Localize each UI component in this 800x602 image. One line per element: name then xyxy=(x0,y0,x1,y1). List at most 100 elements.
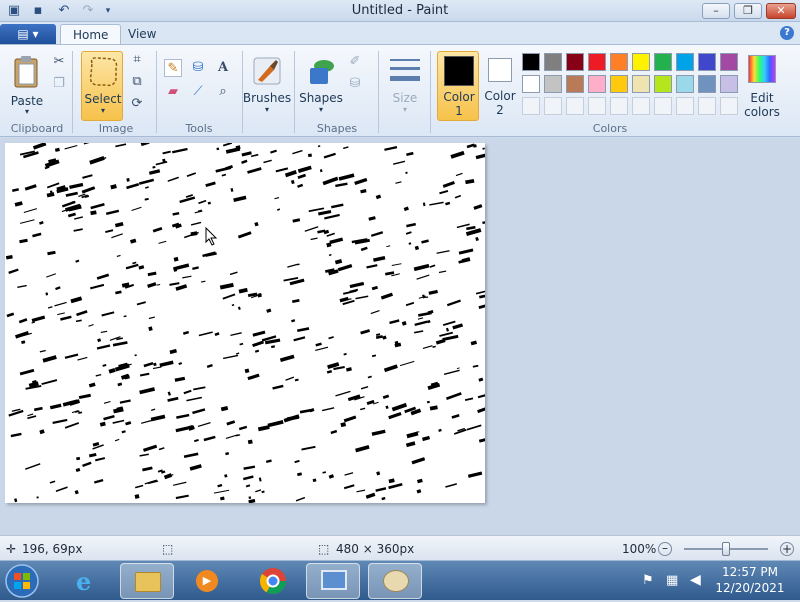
palette-swatch[interactable] xyxy=(522,53,540,71)
palette-custom-slot[interactable] xyxy=(522,97,540,115)
palette-swatch[interactable] xyxy=(610,53,628,71)
color1-button[interactable]: Color 1 xyxy=(437,51,479,121)
rotate-icon[interactable]: ⟳ xyxy=(128,95,146,113)
color-picker-icon[interactable]: ⟋ xyxy=(189,83,207,101)
fill-shape-icon[interactable]: ⛁ xyxy=(346,75,364,93)
palette-swatch[interactable] xyxy=(544,75,562,93)
palette-custom-slot[interactable] xyxy=(610,97,628,115)
ink-stroke xyxy=(200,280,206,283)
drawing-canvas[interactable] xyxy=(5,143,485,503)
volume-icon[interactable]: ◀ xyxy=(690,572,701,588)
ink-stroke xyxy=(343,289,357,295)
ink-stroke xyxy=(473,204,483,210)
ink-stroke xyxy=(64,422,80,429)
close-button[interactable]: ✕ xyxy=(766,3,796,19)
palette-swatch[interactable] xyxy=(632,53,650,71)
color2-button[interactable]: Color 2 xyxy=(481,51,519,121)
ink-stroke xyxy=(75,259,80,263)
zoom-slider[interactable] xyxy=(684,542,768,556)
palette-swatch[interactable] xyxy=(610,75,628,93)
paste-button[interactable]: Paste ▾ xyxy=(8,51,46,121)
start-button[interactable] xyxy=(4,563,44,599)
brushes-button[interactable]: Brushes ▾ xyxy=(243,51,291,121)
text-icon[interactable]: A xyxy=(214,59,232,77)
palette-custom-slot[interactable] xyxy=(720,97,738,115)
taskbar-internet-explorer[interactable]: e xyxy=(62,563,116,599)
ink-stroke xyxy=(337,264,353,272)
palette-swatch[interactable] xyxy=(522,75,540,93)
palette-swatch[interactable] xyxy=(544,53,562,71)
cut-icon[interactable]: ✂ xyxy=(50,53,68,71)
ink-stroke xyxy=(155,161,168,166)
ink-stroke xyxy=(237,231,252,239)
maximize-button[interactable]: ❐ xyxy=(734,3,762,19)
mouse-cursor-icon xyxy=(205,227,218,246)
select-button[interactable]: Select ▾ xyxy=(81,51,123,121)
ink-stroke xyxy=(368,216,376,221)
eraser-icon[interactable]: ▰ xyxy=(164,83,182,101)
palette-swatch[interactable] xyxy=(654,53,672,71)
palette-swatch[interactable] xyxy=(676,75,694,93)
ink-stroke xyxy=(197,422,211,428)
palette-swatch[interactable] xyxy=(588,75,606,93)
resize-icon[interactable]: ⧉ xyxy=(128,73,146,91)
ink-stroke xyxy=(429,405,438,411)
zoom-in-button[interactable]: + xyxy=(780,542,794,556)
system-clock[interactable]: 12:57 PM 12/20/2021 xyxy=(712,564,788,596)
palette-custom-slot[interactable] xyxy=(544,97,562,115)
copy-icon[interactable]: ❐ xyxy=(50,75,68,93)
palette-custom-slot[interactable] xyxy=(698,97,716,115)
taskbar-remote-app[interactable] xyxy=(306,563,360,599)
shapes-button[interactable]: Shapes ▾ xyxy=(299,51,343,121)
edit-colors-button[interactable]: Edit colors xyxy=(742,51,782,121)
ink-stroke xyxy=(112,419,125,424)
ink-stroke xyxy=(324,213,340,220)
fill-icon[interactable]: ⛁ xyxy=(189,59,207,77)
network-icon[interactable]: ▦ xyxy=(666,573,678,588)
taskbar-media-player[interactable]: ▶ xyxy=(180,563,234,599)
outline-icon[interactable]: ✐ xyxy=(346,53,364,71)
palette-custom-slot[interactable] xyxy=(654,97,672,115)
palette-swatch[interactable] xyxy=(698,75,716,93)
crop-icon[interactable]: ⌗ xyxy=(128,51,146,69)
size-button[interactable]: Size ▾ xyxy=(384,51,426,121)
palette-custom-slot[interactable] xyxy=(632,97,650,115)
taskbar-paint[interactable] xyxy=(368,563,422,599)
magnifier-icon[interactable]: ⌕ xyxy=(214,83,232,101)
ink-stroke xyxy=(231,304,235,307)
palette-custom-slot[interactable] xyxy=(588,97,606,115)
ink-stroke xyxy=(82,174,93,179)
palette-swatch[interactable] xyxy=(720,75,738,93)
minimize-button[interactable]: – xyxy=(702,3,730,19)
palette-swatch[interactable] xyxy=(720,53,738,71)
ink-stroke xyxy=(417,311,432,317)
palette-swatch[interactable] xyxy=(676,53,694,71)
tab-view[interactable]: View xyxy=(116,24,168,45)
palette-swatch[interactable] xyxy=(566,53,584,71)
ink-stroke xyxy=(328,474,335,479)
zoom-slider-thumb[interactable] xyxy=(722,542,730,556)
ink-stroke xyxy=(108,368,116,374)
ink-stroke xyxy=(10,432,22,438)
tab-home[interactable]: Home xyxy=(60,24,122,45)
palette-swatch[interactable] xyxy=(632,75,650,93)
palette-swatch[interactable] xyxy=(566,75,584,93)
ink-stroke xyxy=(326,369,333,374)
color2-label-line1: Color xyxy=(484,89,516,103)
app-menu-button[interactable]: ▤ ▾ xyxy=(0,24,56,44)
palette-swatch[interactable] xyxy=(654,75,672,93)
pencil-icon[interactable]: ✎ xyxy=(164,59,182,77)
help-icon[interactable]: ? xyxy=(780,26,794,40)
palette-swatch[interactable] xyxy=(698,53,716,71)
palette-custom-slot[interactable] xyxy=(566,97,584,115)
ink-stroke xyxy=(139,387,156,395)
taskbar-chrome[interactable] xyxy=(246,563,300,599)
ink-stroke xyxy=(103,415,115,421)
zoom-out-button[interactable]: – xyxy=(658,542,672,556)
taskbar-explorer[interactable] xyxy=(120,563,174,599)
palette-swatch[interactable] xyxy=(588,53,606,71)
ink-stroke xyxy=(428,289,438,295)
palette-custom-slot[interactable] xyxy=(676,97,694,115)
action-center-icon[interactable]: ⚑ xyxy=(642,573,654,588)
ink-stroke xyxy=(381,496,386,501)
